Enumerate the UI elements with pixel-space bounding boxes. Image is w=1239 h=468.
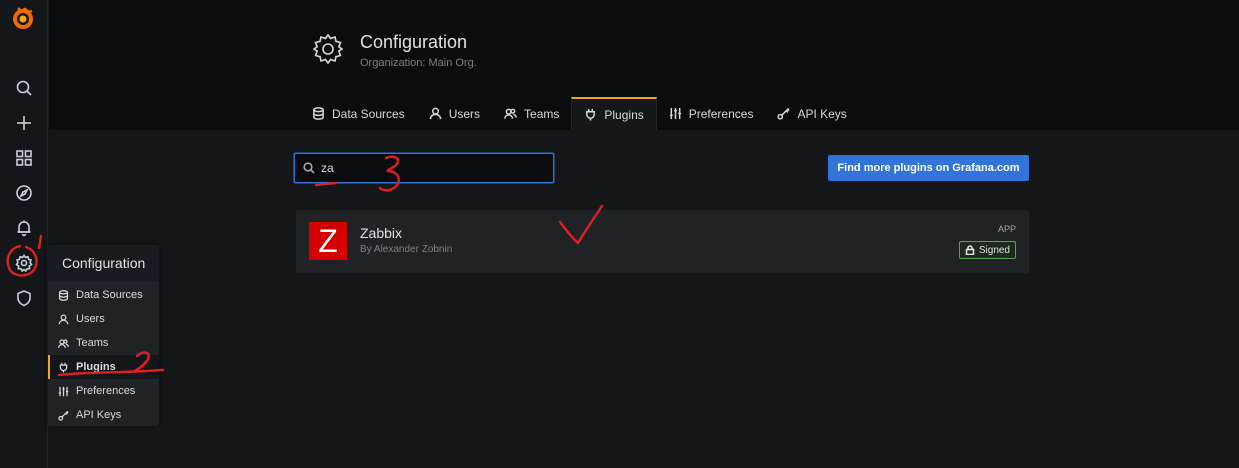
gear-icon[interactable] <box>12 251 36 275</box>
side-menu <box>0 0 48 468</box>
tab-teams[interactable]: Teams <box>492 97 571 130</box>
lock-icon <box>965 245 975 255</box>
search-icon <box>303 162 315 174</box>
flyout-item-label: Plugins <box>76 361 116 373</box>
flyout-header[interactable]: Configuration <box>48 245 159 281</box>
flyout-item-api-keys[interactable]: API Keys <box>48 403 159 427</box>
gear-icon <box>311 32 345 66</box>
explore-icon[interactable] <box>12 181 36 205</box>
flyout-item-label: Data Sources <box>76 289 143 301</box>
zabbix-logo: Z <box>309 222 347 260</box>
config-tabs: Data Sources Users Teams Plugins Prefere… <box>300 97 859 130</box>
flyout-item-teams[interactable]: Teams <box>48 331 159 355</box>
users-icon <box>58 338 69 348</box>
tab-preferences[interactable]: Preferences <box>657 97 766 130</box>
database-icon <box>58 289 69 301</box>
shield-icon[interactable] <box>12 286 36 310</box>
tab-label: Users <box>448 106 481 121</box>
users-icon <box>504 108 518 119</box>
signed-badge-label: Signed <box>978 244 1010 256</box>
flyout-item-label: Teams <box>76 337 109 349</box>
page-title: Configuration <box>360 32 468 52</box>
tab-label: Plugins <box>604 107 644 122</box>
user-icon <box>429 107 442 120</box>
plugin-author: By Alexander Zobnin <box>360 244 453 255</box>
tab-label: API Keys <box>797 106 847 121</box>
grafana-logo-icon[interactable] <box>10 5 36 31</box>
tab-api-keys[interactable]: API Keys <box>765 97 858 130</box>
flyout-item-data-sources[interactable]: Data Sources <box>48 283 159 307</box>
sliders-icon <box>669 107 681 120</box>
user-icon <box>58 314 69 324</box>
tab-users[interactable]: Users <box>417 97 492 130</box>
flyout-item-preferences[interactable]: Preferences <box>48 379 159 403</box>
plugin-search-input[interactable] <box>321 161 521 175</box>
flyout-item-label: API Keys <box>76 409 122 421</box>
plugin-name: Zabbix <box>360 225 403 241</box>
dashboards-icon[interactable] <box>12 146 36 170</box>
flyout-item-label: Users <box>76 313 105 325</box>
page-subtitle: Organization: Main Org. <box>360 57 477 69</box>
sliders-icon <box>58 386 69 396</box>
flyout-item-users[interactable]: Users <box>48 307 159 331</box>
tab-label: Teams <box>524 106 560 121</box>
tab-label: Preferences <box>688 106 754 121</box>
plugin-search-box[interactable] <box>294 153 554 183</box>
configuration-flyout-menu: Configuration Data Sources Users Teams P… <box>48 245 159 426</box>
tab-data-sources[interactable]: Data Sources <box>300 97 417 130</box>
zabbix-logo-letter: Z <box>318 223 338 259</box>
tab-plugins[interactable]: Plugins <box>571 97 657 130</box>
plus-icon[interactable] <box>12 111 36 135</box>
search-icon[interactable] <box>12 76 36 100</box>
plug-icon <box>59 362 68 373</box>
plug-icon <box>586 108 596 121</box>
flyout-item-label: Preferences <box>76 385 136 397</box>
tab-label: Data Sources <box>332 106 405 121</box>
plugin-type: APP <box>997 224 1016 234</box>
alerting-icon[interactable] <box>12 216 36 240</box>
key-icon <box>58 410 69 421</box>
flyout-item-plugins[interactable]: Plugins <box>48 355 159 379</box>
plugin-card-zabbix[interactable]: Z Zabbix By Alexander Zobnin APP Signed <box>296 210 1029 273</box>
key-icon <box>777 107 791 120</box>
database-icon <box>313 107 324 120</box>
signed-badge: Signed <box>958 241 1016 259</box>
find-more-plugins-button[interactable]: Find more plugins on Grafana.com <box>828 155 1029 181</box>
